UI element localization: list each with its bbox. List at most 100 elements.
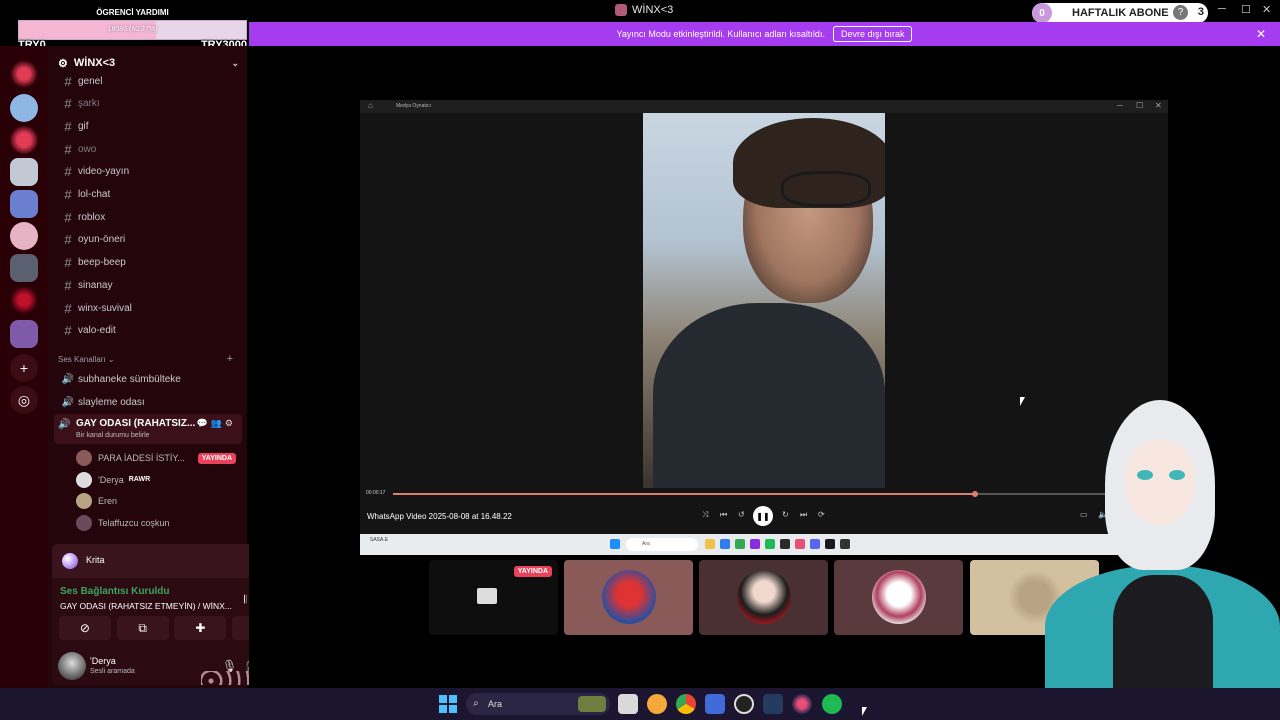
chrome-icon[interactable]	[676, 694, 696, 714]
connection-status[interactable]: Ses Bağlantısı Kuruldu	[60, 586, 169, 597]
hash-icon: #	[64, 96, 72, 112]
channel-item[interactable]: # winx-suvival	[60, 298, 240, 318]
disable-streamer-mode-button[interactable]: Devre dışı bırak	[832, 26, 913, 42]
shuffle-icon[interactable]: ⤨	[702, 510, 708, 520]
server-icon[interactable]	[10, 254, 38, 282]
speaker-icon: 🔊	[58, 419, 71, 430]
app-icon[interactable]	[647, 694, 667, 714]
window-title-text: WİNX<3	[632, 4, 674, 16]
username[interactable]: 'Derya	[90, 656, 116, 666]
voice-member[interactable]: Telaffuzcu coşkun	[76, 514, 242, 532]
goal-progress-text: 18086 (60.27%)	[107, 26, 158, 33]
server-icon[interactable]	[10, 126, 38, 154]
close-icon[interactable]: ✕	[1155, 101, 1162, 110]
minimize-icon[interactable]: ─	[1218, 3, 1226, 15]
channel-item[interactable]: # genel	[60, 71, 240, 91]
add-server-icon[interactable]: +	[10, 354, 38, 382]
channel-action-icons[interactable]: 💬👥⚙	[197, 418, 236, 429]
voice-channel[interactable]: 🔊 slayleme odası	[60, 392, 240, 412]
voice-category-header[interactable]: Ses Kanalları ⌄ +	[58, 353, 243, 365]
avatar	[76, 493, 92, 509]
repeat-icon[interactable]: ⟳	[818, 510, 825, 519]
stream-tile[interactable]: YAYINDA	[429, 560, 558, 635]
explore-icon[interactable]: ◎	[10, 386, 38, 414]
voice-channel[interactable]: 🔊 subhaneke sümbülteke	[60, 369, 240, 389]
server-icon[interactable]	[10, 286, 38, 314]
camera-off-button[interactable]: ⊘	[58, 616, 111, 640]
avatar[interactable]	[58, 652, 86, 680]
participant-tile[interactable]	[564, 560, 693, 635]
channel-sidebar: ⚙ WİNX<3 ⌄ # genel # şarkı # gif # owo # video-ya…	[48, 46, 291, 688]
app-icon	[705, 539, 715, 549]
app-icon[interactable]	[734, 694, 754, 714]
participant-tiles: YAYINDA	[429, 560, 1109, 635]
seek-track[interactable]	[393, 491, 1133, 497]
connection-channel[interactable]: GAY ODASI (RAHATSIZ ETMEYİN) / WİNX...	[60, 601, 235, 611]
server-name: WİNX<3	[73, 57, 116, 69]
channel-item[interactable]: # beep-beep	[60, 253, 240, 273]
channel-item[interactable]: # owo	[60, 139, 240, 159]
voice-member[interactable]: PARA İADESİ İSTİY... YAYINDA	[76, 449, 242, 467]
app-icon	[825, 539, 835, 549]
channel-item[interactable]: # gif	[60, 116, 240, 136]
next-icon[interactable]: ⏭	[800, 510, 807, 520]
app-icon[interactable]	[763, 694, 783, 714]
noise-suppression-icon[interactable]: 𝄃	[244, 594, 246, 607]
spotify-icon[interactable]	[822, 694, 842, 714]
activities-button[interactable]: ✚	[174, 616, 227, 640]
active-voice-channel[interactable]: 🔊 GAY ODASI (RAHATSIZ... Bir kanal durum…	[54, 414, 242, 444]
app-icon	[780, 539, 790, 549]
video-frame[interactable]	[643, 113, 885, 488]
pause-button[interactable]: ❚❚	[753, 506, 773, 526]
channel-item[interactable]: # video-yayın	[60, 162, 240, 182]
mouse-cursor	[862, 707, 869, 716]
channel-name: oyun-öneri	[78, 234, 126, 246]
voice-channel-name: slayleme odası	[78, 396, 145, 408]
server-icon[interactable]	[10, 222, 38, 250]
minimize-icon[interactable]: ─	[1117, 101, 1123, 110]
participant-tile[interactable]	[699, 560, 828, 635]
channel-item[interactable]: # sinanay	[60, 275, 240, 295]
server-icon[interactable]	[10, 60, 38, 88]
seek-handle[interactable]	[972, 491, 979, 497]
server-icon[interactable]	[10, 190, 38, 218]
app-icon[interactable]	[792, 694, 812, 714]
taskbar-search[interactable]: ⌕ Ara	[466, 693, 610, 715]
screen-share-button[interactable]: ⧉	[116, 616, 169, 640]
app-icon	[765, 539, 775, 549]
maximize-icon[interactable]: ☐	[1136, 101, 1143, 110]
task-view-icon[interactable]	[618, 694, 638, 714]
app-icon	[62, 553, 78, 569]
server-icon[interactable]	[10, 94, 38, 122]
search-icon: ⌕	[473, 698, 479, 709]
active-voice-name: GAY ODASI (RAHATSIZ...	[76, 418, 196, 429]
file-name: WhatsApp Video 2025-08-08 at 16.48.22	[367, 512, 512, 521]
channel-item[interactable]: # şarkı	[60, 94, 240, 114]
app-icon[interactable]	[705, 694, 725, 714]
channel-status-text[interactable]: Bir kanal durumu belirle	[76, 432, 150, 439]
previous-icon[interactable]: ⏮	[720, 510, 727, 520]
search-placeholder: Ara	[488, 699, 503, 709]
maximize-icon[interactable]: ☐	[1241, 3, 1251, 16]
channel-item[interactable]: # valo-edit	[60, 321, 240, 341]
search-box: Ara	[626, 538, 698, 551]
close-icon[interactable]: ✕	[1262, 3, 1271, 16]
server-icon[interactable]	[10, 158, 38, 186]
rewind-icon[interactable]: ↺	[738, 510, 745, 519]
participant-tile[interactable]	[834, 560, 963, 635]
server-header[interactable]: ⚙ WİNX<3 ⌄	[58, 56, 243, 70]
forward-icon[interactable]: ↻	[782, 510, 789, 519]
home-icon[interactable]: ⌂	[368, 101, 373, 110]
channel-item[interactable]: # roblox	[60, 207, 240, 227]
server-folder-icon[interactable]	[10, 320, 38, 348]
add-channel-icon[interactable]: +	[227, 353, 233, 365]
windows-start-icon[interactable]	[439, 695, 457, 713]
voice-member[interactable]: Eren	[76, 492, 242, 510]
voice-member[interactable]: 'Derya RAWR	[76, 471, 242, 489]
window-title: WİNX<3	[615, 4, 673, 16]
avatar	[737, 570, 791, 624]
channel-item[interactable]: # lol-chat	[60, 185, 240, 205]
channel-item[interactable]: # oyun-öneri	[60, 230, 240, 250]
hash-icon: #	[64, 277, 72, 293]
close-icon[interactable]: ✕	[1256, 27, 1266, 41]
